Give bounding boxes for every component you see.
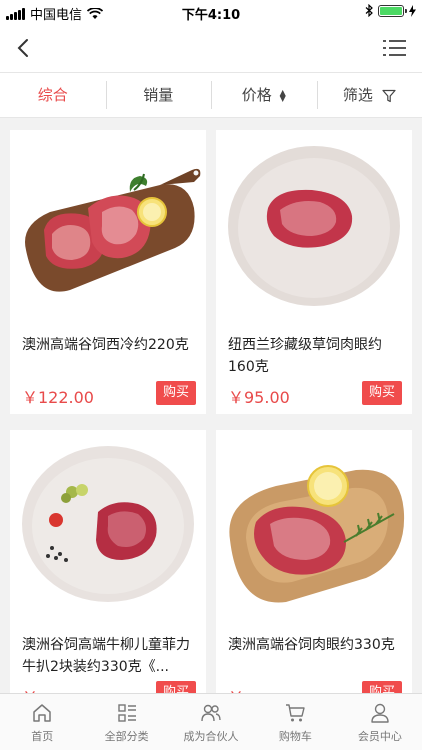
user-icon [371,703,389,723]
filter-price[interactable]: 价格 ▲ ▼ [211,81,317,109]
tab-label: 购物车 [278,730,312,743]
product-card[interactable]: 澳洲高端谷饲西冷约220克 ￥122.00 购买 [10,130,206,414]
battery-icon [378,4,407,17]
navbar [0,24,422,72]
filter-label: 筛选 [342,86,373,104]
back-button[interactable] [12,34,36,62]
product-name[interactable]: 澳洲高端谷饲肉眼约330克 [228,634,402,656]
product-name[interactable]: 澳洲高端谷饲西冷约220克 [22,334,196,356]
charging-icon [409,4,416,17]
filter-screen[interactable]: 筛选 [316,81,422,109]
menu-button[interactable] [382,36,408,60]
filter-bar: 综合 销量 价格 ▲ ▼ 筛选 [0,72,422,118]
buy-button[interactable]: 购买 [156,681,196,693]
tab-bar: 首页 全部分类 成为合伙人 购物车 会员中心 [0,693,422,750]
tab-label: 全部分类 [104,730,149,743]
product-card[interactable]: 澳洲谷饲高端牛柳儿童菲力牛扒2块装约330克《... ￥... 购买 [10,430,206,693]
buy-button[interactable]: 购买 [156,381,196,405]
product-card[interactable]: 澳洲高端谷饲肉眼约330克 ￥... 购买 [216,430,412,693]
tab-categories[interactable]: 全部分类 [84,694,168,750]
product-price: ￥95.00 [228,388,290,407]
buy-button[interactable]: 购买 [362,681,402,693]
tab-label: 首页 [31,730,54,743]
status-bar: 中国电信 下午4:10 [0,0,422,24]
product-image[interactable] [10,130,206,320]
product-grid: 澳洲高端谷饲西冷约220克 ￥122.00 购买 纽西兰珍藏级草饲肉眼约160克… [0,118,422,693]
filter-label: 销量 [143,86,174,104]
partner-icon [201,704,221,722]
product-image[interactable] [216,130,412,320]
category-icon [117,704,136,722]
product-price: ￥122.00 [22,388,94,407]
filter-comprehensive[interactable]: 综合 [0,81,106,109]
tab-partner[interactable]: 成为合伙人 [169,694,253,750]
product-name[interactable]: 澳洲谷饲高端牛柳儿童菲力牛扒2块装约330克《... [22,634,196,678]
tab-home[interactable]: 首页 [0,694,84,750]
product-image[interactable] [10,430,206,620]
product-card[interactable]: 纽西兰珍藏级草饲肉眼约160克 ￥95.00 购买 [216,130,412,414]
status-right [365,4,416,17]
funnel-icon [382,89,396,102]
home-icon [33,704,51,722]
sort-arrows-icon: ▲ ▼ [279,87,286,103]
filter-label: 价格 [241,86,272,104]
product-price: ￥... [22,684,53,693]
list-menu-icon [383,40,406,56]
bluetooth-icon [365,4,373,17]
tab-label: 成为合伙人 [183,730,239,743]
tab-member[interactable]: 会员中心 [338,694,422,750]
buy-button[interactable]: 购买 [362,381,402,405]
product-image[interactable] [216,430,412,620]
filter-label: 综合 [37,86,68,104]
status-time: 下午4:10 [181,8,241,23]
product-name[interactable]: 纽西兰珍藏级草饲肉眼约160克 [228,334,402,378]
filter-sales[interactable]: 销量 [105,81,212,109]
tab-label: 会员中心 [357,730,402,743]
tab-cart[interactable]: 购物车 [253,694,337,750]
chevron-left-icon [17,39,28,57]
product-price: ￥... [228,684,259,693]
cart-icon [286,704,306,722]
